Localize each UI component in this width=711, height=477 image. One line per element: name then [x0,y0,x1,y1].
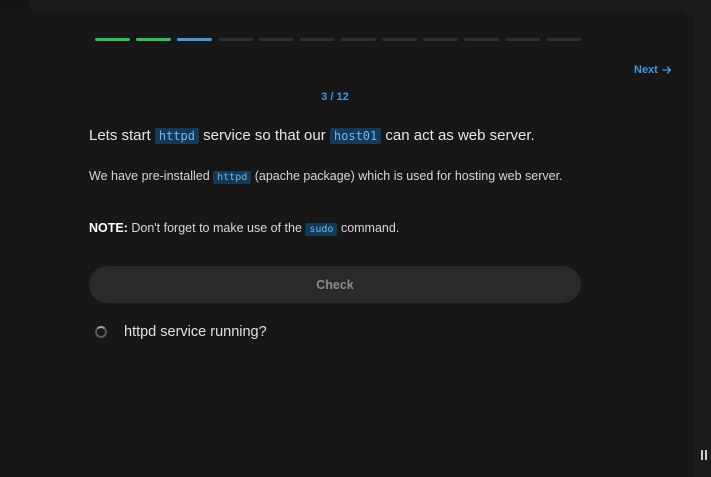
question-text-part: can act as web server. [381,127,535,144]
progress-segment-12 [546,38,581,41]
question-main-text: Lets start httpd service so that our hos… [89,126,535,146]
progress-segment-4 [218,38,253,41]
next-button-label: Next [634,64,658,76]
progress-segment-2 [136,38,171,41]
code-snippet: host01 [329,128,382,144]
progress-segment-9 [423,38,458,41]
loading-spinner-icon [95,326,107,338]
question-text-part: service so that our [198,127,330,144]
task-item: httpd service running? [95,324,267,340]
progress-segment-8 [382,38,417,41]
note-text: NOTE: Don't forget to make use of the su… [89,219,399,239]
resize-handle[interactable] [701,450,707,460]
progress-segment-1 [95,38,130,41]
progress-segment-6 [300,38,335,41]
task-label: httpd service running? [124,324,267,340]
progress-bar [95,38,581,41]
note-text-part: Don't forget to make use of the [127,221,306,235]
code-snippet: httpd [213,171,252,184]
check-button[interactable]: Check [89,266,581,303]
progress-segment-5 [259,38,294,41]
progress-segment-3 [177,38,212,41]
question-sub-text: We have pre-installed httpd (apache pack… [89,167,563,187]
lab-question-panel: Next 3 / 12 Lets start httpd service so … [0,9,694,477]
progress-segment-10 [464,38,499,41]
progress-segment-7 [341,38,376,41]
next-button[interactable]: Next [634,64,672,76]
question-text-part: (apache package) which is used for hosti… [251,169,563,183]
question-text-part: We have pre-installed [89,169,214,183]
note-label: NOTE: [89,221,128,235]
arrow-right-icon [662,66,671,74]
code-snippet: sudo [305,223,338,236]
question-text-part: Lets start [89,127,155,144]
top-bar-fragment [0,0,30,9]
code-snippet: httpd [154,128,199,144]
step-counter: 3 / 12 [321,91,349,103]
note-text-part: command. [337,221,400,235]
progress-segment-11 [505,38,540,41]
